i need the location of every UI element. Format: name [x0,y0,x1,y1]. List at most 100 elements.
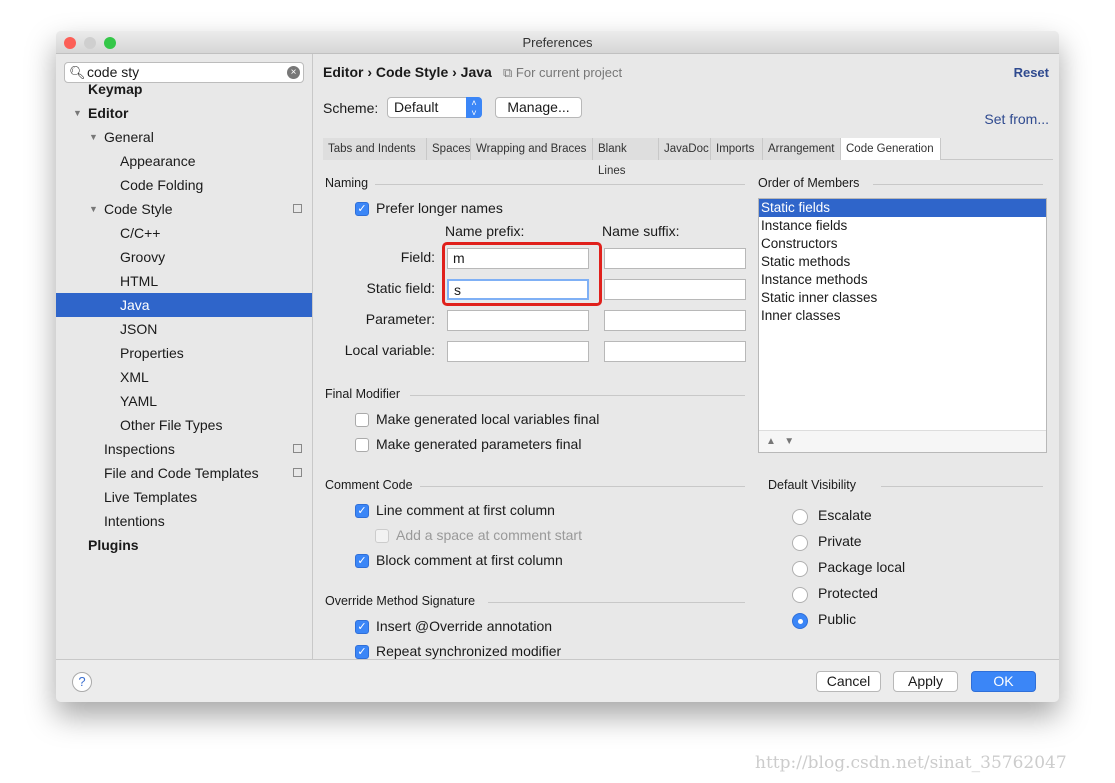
sidebar-item-label: XML [120,369,149,385]
order-member-item[interactable]: Static inner classes [759,289,1046,307]
sidebar-item-label: Groovy [120,249,166,265]
visibility-title: Default Visibility [768,478,857,492]
sidebar-item-general[interactable]: ▼ General [56,125,312,149]
order-member-item[interactable]: Constructors [759,235,1046,253]
block-comment-checkbox[interactable]: ✓ [355,554,369,568]
name-suffix-input[interactable] [604,248,746,269]
sidebar-item-live-templates[interactable]: Live Templates [56,485,312,509]
sidebar-item-label: Code Folding [120,177,204,193]
visibility-radio-public[interactable] [792,613,808,629]
order-member-item[interactable]: Instance methods [759,271,1046,289]
line-comment-label: Line comment at first column [376,502,555,518]
add-space-checkbox[interactable] [375,529,389,543]
sidebar-item-appearance[interactable]: Appearance [56,149,312,173]
preferences-window: Preferences 🔍︎ code sty × Keymap ▼ Editor ▼… [56,31,1059,702]
project-scope-icon [293,444,302,453]
reset-link[interactable]: Reset [1014,65,1049,80]
sidebar-item-label: Properties [120,345,184,361]
project-scope-icon [293,468,302,477]
cancel-button[interactable]: Cancel [816,671,881,692]
tab-imports[interactable]: Imports [711,138,763,160]
expand-arrow-icon[interactable]: ▼ [73,101,82,125]
name-suffix-input[interactable] [604,279,746,300]
sidebar-item-yaml[interactable]: YAML [56,389,312,413]
naming-title: Naming [325,176,369,190]
visibility-option-label: Package local [818,559,906,575]
tab-spaces[interactable]: Spaces [427,138,471,160]
sidebar-item-json[interactable]: JSON [56,317,312,341]
comment-code-title: Comment Code [325,478,413,492]
sidebar-item-code-style[interactable]: ▼ Code Style [56,197,312,221]
sidebar-item-plugins[interactable]: Plugins [56,533,312,557]
project-scope-icon [293,204,302,213]
name-suffix-input[interactable] [604,310,746,331]
tab-bar: Tabs and Indents Spaces Wrapping and Brace… [323,138,1053,177]
scheme-label: Scheme: [323,100,379,116]
final-local-checkbox[interactable] [355,413,369,427]
name-suffix-input[interactable] [604,341,746,362]
tab-javadoc[interactable]: JavaDoc [659,138,711,160]
sidebar-item-label: Intentions [104,513,165,529]
expand-arrow-icon[interactable]: ▼ [89,125,98,149]
tab-wrapping-and-braces[interactable]: Wrapping and Braces [471,138,593,160]
order-member-item[interactable]: Instance fields [759,217,1046,235]
order-member-item[interactable]: Static methods [759,253,1046,271]
visibility-radio-package-local[interactable] [792,561,808,577]
chevron-updown-icon: ˄ ˅ [466,97,482,118]
tab-tabs-and-indents[interactable]: Tabs and Indents [323,138,427,160]
sidebar-item-xml[interactable]: XML [56,365,312,389]
order-of-members-list[interactable]: Static fields Instance fields Constructors… [758,198,1047,453]
highlight-box [442,242,602,306]
sidebar-item-html[interactable]: HTML [56,269,312,293]
sidebar-item-intentions[interactable]: Intentions [56,509,312,533]
title-bar: Preferences [56,31,1059,54]
name-prefix-input[interactable] [447,341,589,362]
apply-button[interactable]: Apply [893,671,958,692]
sidebar-item-label: Java [120,297,150,313]
visibility-radio-private[interactable] [792,535,808,551]
sidebar-item-label: Code Style [104,201,173,217]
sidebar-item-other-file-types[interactable]: Other File Types [56,413,312,437]
set-from-link[interactable]: Set from... [984,111,1049,127]
sidebar-item-groovy[interactable]: Groovy [56,245,312,269]
minimize-window-button[interactable] [84,37,96,49]
prefer-longer-checkbox[interactable]: ✓ [355,202,369,216]
visibility-radio-escalate[interactable] [792,509,808,525]
final-params-checkbox[interactable] [355,438,369,452]
sidebar-item-keymap[interactable]: Keymap [56,77,312,101]
prefer-longer-label: Prefer longer names [376,200,503,216]
help-button[interactable]: ? [72,672,92,692]
visibility-option-label: Escalate [818,507,872,523]
line-comment-checkbox[interactable]: ✓ [355,504,369,518]
scheme-select[interactable]: Default ˄ ˅ [387,97,482,118]
sidebar-item-inspections[interactable]: Inspections [56,437,312,461]
final-modifier-title: Final Modifier [325,387,401,401]
sidebar-item-c-c-[interactable]: C/C++ [56,221,312,245]
order-member-item[interactable]: Inner classes [759,307,1046,325]
sidebar-item-code-folding[interactable]: Code Folding [56,173,312,197]
order-member-item[interactable]: Static fields [759,199,1046,217]
insert-override-checkbox[interactable]: ✓ [355,620,369,634]
tab-arrangement[interactable]: Arrangement [763,138,841,160]
ok-button[interactable]: OK [971,671,1036,692]
code-generation-panel: Naming ✓ Prefer longer names Name prefix… [313,160,1059,659]
move-up-icon[interactable]: ▲ [766,436,776,447]
repeat-synchronized-checkbox[interactable]: ✓ [355,645,369,659]
move-down-icon[interactable]: ▼ [784,436,794,447]
sidebar-item-editor[interactable]: ▼ Editor [56,101,312,125]
tab-code-generation[interactable]: Code Generation [841,138,941,160]
visibility-radio-protected[interactable] [792,587,808,603]
list-toolbar: ▲ ▼ [759,430,1046,452]
zoom-window-button[interactable] [104,37,116,49]
sidebar-item-file-and-code-templates[interactable]: File and Code Templates [56,461,312,485]
manage-button[interactable]: Manage... [495,97,582,118]
sidebar-item-java[interactable]: Java [56,293,312,317]
sidebar-item-properties[interactable]: Properties [56,341,312,365]
close-window-button[interactable] [64,37,76,49]
block-comment-label: Block comment at first column [376,552,563,568]
sidebar-item-label: Live Templates [104,489,198,505]
sidebar-item-label: C/C++ [120,225,161,241]
name-prefix-input[interactable] [447,310,589,331]
tab-blank-lines[interactable]: Blank Lines [593,138,659,177]
expand-arrow-icon[interactable]: ▼ [89,197,98,221]
